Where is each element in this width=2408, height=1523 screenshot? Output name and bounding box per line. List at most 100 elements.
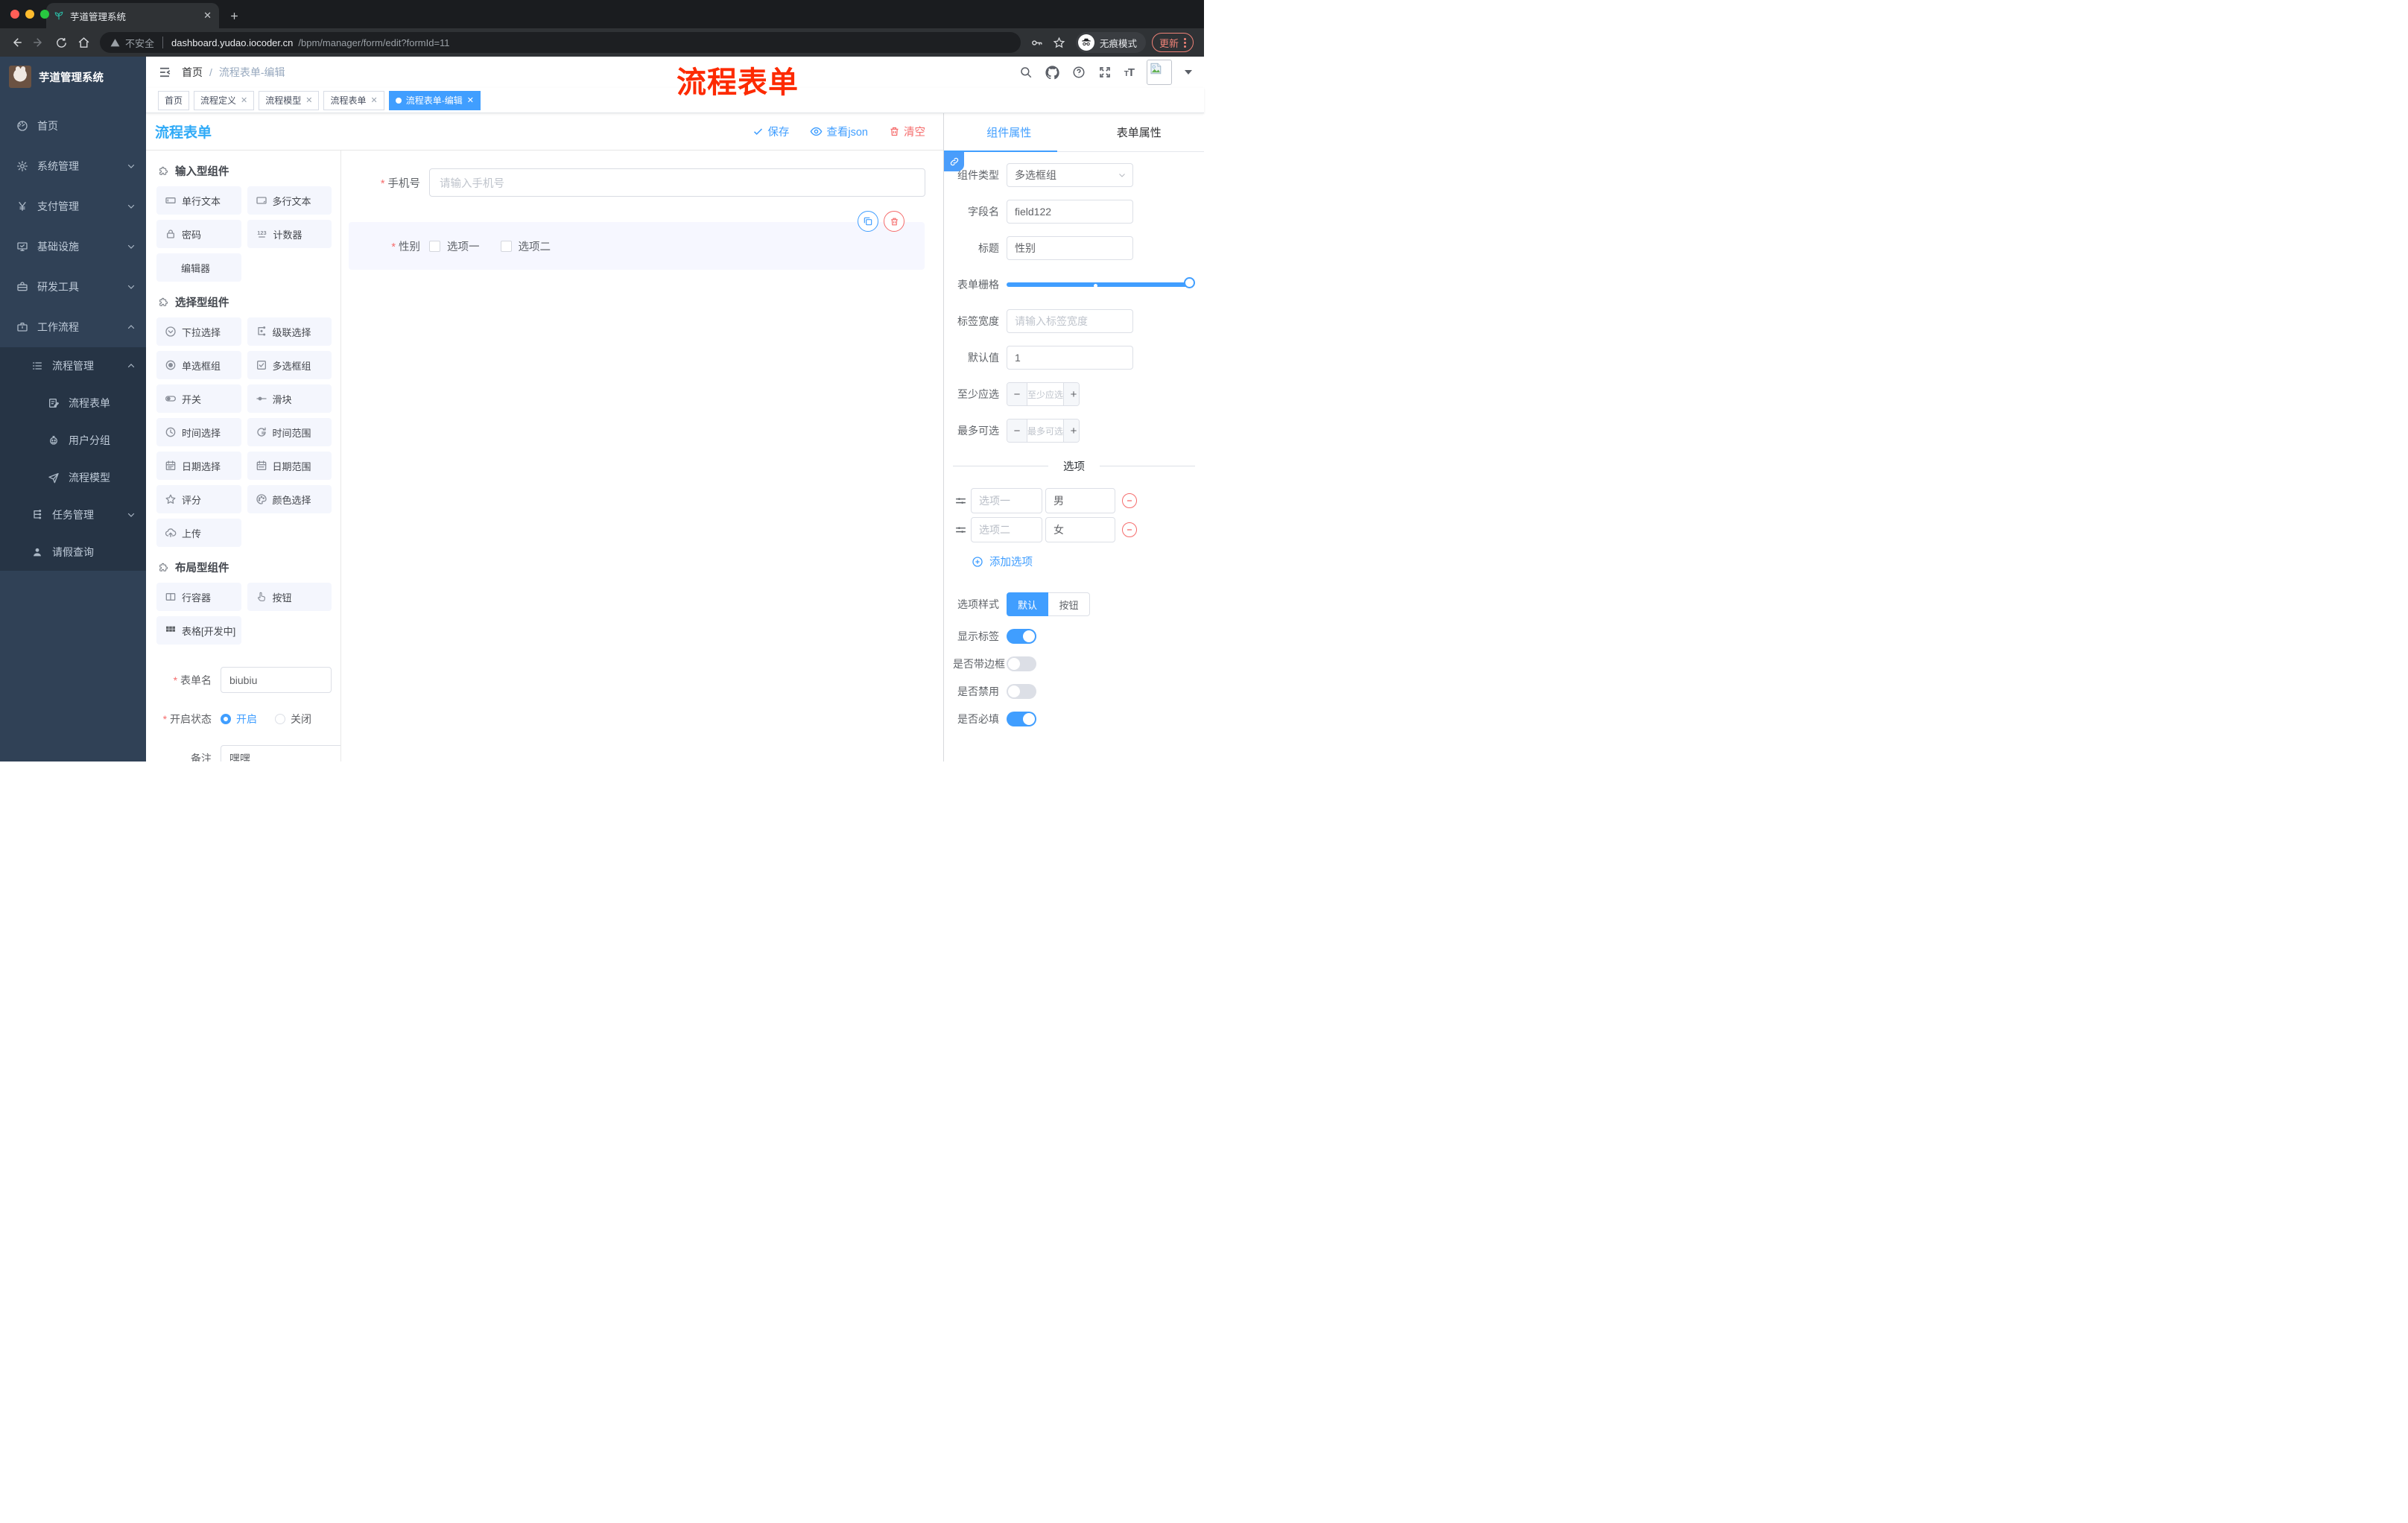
close-window-button[interactable] <box>10 10 19 19</box>
form-name-input[interactable] <box>221 667 332 693</box>
security-label[interactable]: 不安全 <box>125 36 154 50</box>
palette-item[interactable]: 滑块 <box>247 384 332 413</box>
palette-item[interactable]: 日期选择 <box>156 452 241 480</box>
minimize-window-button[interactable] <box>25 10 34 19</box>
remove-option-icon[interactable] <box>1122 522 1137 537</box>
tag-2[interactable]: 流程模型 ✕ <box>259 90 320 110</box>
home-icon[interactable] <box>73 32 94 53</box>
github-icon[interactable] <box>1045 65 1059 80</box>
palette-item[interactable]: 单选框组 <box>156 351 241 379</box>
palette-item[interactable]: 多选框组 <box>247 351 332 379</box>
tag-1[interactable]: 流程定义 ✕ <box>194 90 255 110</box>
phone-field-input[interactable]: 请输入手机号 <box>429 168 925 197</box>
sidebar-item-4[interactable]: 研发工具 <box>0 267 146 307</box>
toggle-switch[interactable] <box>1007 684 1036 699</box>
plus-icon[interactable]: + <box>1064 419 1079 442</box>
style-button-button[interactable]: 按钮 <box>1048 592 1090 616</box>
palette-item[interactable]: 评分 <box>156 485 241 513</box>
address-bar[interactable]: 不安全 dashboard.yudao.iocoder.cn/bpm/manag… <box>100 32 1021 53</box>
maximize-window-button[interactable] <box>40 10 49 19</box>
tab-component-props[interactable]: 组件属性 <box>944 113 1074 151</box>
sidebar-item-6[interactable]: 流程管理 <box>0 347 146 384</box>
tab-form-props[interactable]: 表单属性 <box>1074 113 1205 151</box>
palette-item[interactable]: 下拉选择 <box>156 317 241 346</box>
duplicate-component-button[interactable] <box>858 211 878 232</box>
tag-4[interactable]: 流程表单-编辑 ✕ <box>388 90 481 110</box>
component-type-select[interactable]: 多选框组 <box>1007 163 1133 187</box>
option-label-input[interactable]: 选项一 <box>971 488 1042 513</box>
palette-item[interactable]: 表格[开发中] <box>156 616 241 645</box>
back-icon[interactable] <box>6 32 27 53</box>
remove-option-icon[interactable] <box>1122 493 1137 508</box>
status-off-radio[interactable]: 关闭 <box>275 712 311 726</box>
palette-item[interactable]: 按钮 <box>247 583 332 611</box>
sidebar-item-7[interactable]: 流程表单 <box>0 384 146 422</box>
title-input[interactable] <box>1015 242 1125 254</box>
tag-close-icon[interactable]: ✕ <box>467 95 474 105</box>
label-width-input[interactable] <box>1015 315 1125 327</box>
search-icon[interactable] <box>1019 66 1033 79</box>
tag-3[interactable]: 流程表单 ✕ <box>323 90 384 110</box>
minus-icon[interactable]: − <box>1007 419 1027 442</box>
browser-update-button[interactable]: 更新 <box>1151 33 1194 52</box>
sidebar-item-9[interactable]: 流程模型 <box>0 459 146 496</box>
max-select-value[interactable]: 最多可选 <box>1027 419 1065 442</box>
forward-icon[interactable] <box>28 32 49 53</box>
palette-item[interactable]: 颜色选择 <box>247 485 332 513</box>
canvas-field-gender[interactable]: 性别 选项一 选项二 <box>349 211 925 270</box>
save-button[interactable]: 保存 <box>752 124 789 139</box>
option-value-input[interactable]: 男 <box>1045 488 1115 513</box>
checkbox-icon[interactable] <box>429 240 440 252</box>
clear-button[interactable]: 清空 <box>889 124 925 139</box>
app-logo[interactable]: 芋道管理系统 <box>0 57 146 97</box>
tag-0[interactable]: 首页 <box>158 90 190 110</box>
plus-icon[interactable]: + <box>1064 383 1079 405</box>
tag-close-icon[interactable]: ✕ <box>241 95 247 105</box>
hamburger-icon[interactable] <box>158 66 171 79</box>
field-name-input[interactable] <box>1015 206 1125 218</box>
tag-close-icon[interactable]: ✕ <box>305 95 312 105</box>
drag-handle-icon[interactable] <box>954 495 967 507</box>
palette-item[interactable]: 行容器 <box>156 583 241 611</box>
form-grid-slider[interactable] <box>1007 273 1195 297</box>
browser-tab[interactable]: 芋道管理系统 ✕ <box>46 3 219 28</box>
drag-handle-icon[interactable] <box>954 524 967 536</box>
min-select-value[interactable]: 至少应选 <box>1027 383 1065 405</box>
slider-track[interactable] <box>1007 282 1192 287</box>
gender-checkbox-option[interactable]: 选项二 <box>500 238 551 254</box>
fullscreen-icon[interactable] <box>1098 66 1112 79</box>
sidebar-item-10[interactable]: 任务管理 <box>0 496 146 533</box>
link-icon[interactable] <box>944 152 964 171</box>
palette-item[interactable]: 时间范围 <box>247 418 332 446</box>
toggle-switch[interactable] <box>1007 656 1036 671</box>
palette-item[interactable]: 单行文本 <box>156 186 241 215</box>
view-json-button[interactable]: 查看json <box>810 124 868 139</box>
help-icon[interactable] <box>1072 66 1086 79</box>
toggle-switch[interactable] <box>1007 712 1036 726</box>
sidebar-item-11[interactable]: 请假查询 <box>0 533 146 571</box>
sidebar-item-8[interactable]: 用户分组 <box>0 422 146 459</box>
palette-item[interactable]: 编辑器 <box>156 253 241 282</box>
option-label-input[interactable]: 选项二 <box>971 517 1042 542</box>
palette-item[interactable]: 上传 <box>156 519 241 547</box>
minus-icon[interactable]: − <box>1007 383 1027 405</box>
tag-close-icon[interactable]: ✕ <box>371 95 378 105</box>
palette-item[interactable]: 日期范围 <box>247 452 332 480</box>
default-value-input[interactable] <box>1015 352 1125 364</box>
toggle-switch[interactable] <box>1007 629 1036 644</box>
sidebar-item-2[interactable]: 支付管理 <box>0 186 146 227</box>
sidebar-item-0[interactable]: 首页 <box>0 106 146 146</box>
status-on-radio[interactable]: 开启 <box>221 712 257 726</box>
new-tab-button[interactable] <box>224 5 244 26</box>
palette-item[interactable]: 密码 <box>156 220 241 248</box>
style-default-button[interactable]: 默认 <box>1007 592 1048 616</box>
remark-textarea[interactable]: 嘿嘿 <box>221 745 340 762</box>
reload-icon[interactable] <box>51 32 72 53</box>
palette-item[interactable]: 多行文本 <box>247 186 332 215</box>
slider-handle[interactable] <box>1184 277 1195 288</box>
sidebar-item-3[interactable]: 基础设施 <box>0 227 146 267</box>
font-size-icon[interactable]: TT <box>1124 66 1135 79</box>
canvas-field-phone[interactable]: 手机号 请输入手机号 <box>349 168 925 197</box>
checkbox-icon[interactable] <box>500 240 512 252</box>
bookmark-star-icon[interactable] <box>1049 32 1070 53</box>
